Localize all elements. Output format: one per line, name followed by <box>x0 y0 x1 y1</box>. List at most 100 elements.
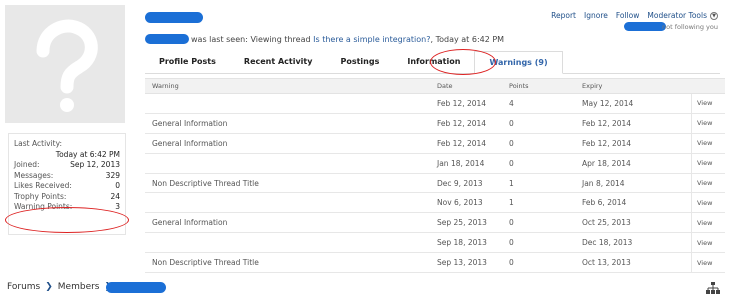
tab-profile-posts[interactable]: Profile Posts <box>145 51 230 73</box>
follow-link[interactable]: Follow <box>616 11 640 20</box>
view-link[interactable]: View <box>691 133 725 153</box>
table-row: Non Descriptive Thread Title Dec 9, 2013… <box>145 173 725 194</box>
follow-status: not following you <box>662 23 718 31</box>
cell-expiry: Feb 12, 2014 <box>582 118 632 128</box>
stat-messages-row: Messages: 329 <box>14 171 120 182</box>
stat-value: 3 <box>115 202 120 211</box>
cell-points: 0 <box>509 158 514 168</box>
last-seen-text: was last seen: <box>191 35 248 44</box>
thread-link[interactable]: Is there a simple integration? <box>313 35 430 44</box>
cell-date: Sep 25, 2013 <box>437 218 487 228</box>
cell-points: 0 <box>509 218 514 228</box>
viewing-label: Viewing thread <box>250 35 311 44</box>
redacted-follow-name <box>624 22 666 31</box>
table-row: Non Descriptive Thread Title Sep 13, 201… <box>145 253 725 274</box>
stat-label: Joined: <box>14 160 40 169</box>
header-points: Points <box>509 82 529 90</box>
stat-value: Sep 12, 2013 <box>70 160 120 169</box>
stat-value: 329 <box>105 170 120 180</box>
cell-points: 1 <box>509 178 514 188</box>
stat-label: Likes Received: <box>14 181 72 190</box>
chevron-right-icon: ❯ <box>45 282 53 292</box>
tab-postings[interactable]: Postings <box>326 51 393 73</box>
breadcrumb-forums[interactable]: Forums <box>7 282 40 292</box>
cell-warning: General Information <box>152 118 228 128</box>
warnings-table: Warning Date Points Expiry Feb 12, 2014 … <box>145 78 725 274</box>
stat-last-activity-row: Last Activity: <box>14 139 120 150</box>
moderator-tools-menu[interactable]: Moderator Tools ▼ <box>647 11 718 20</box>
view-link[interactable]: View <box>691 94 725 113</box>
avatar[interactable] <box>5 5 125 123</box>
question-mark-avatar-icon <box>36 19 98 112</box>
cell-date: Jan 18, 2014 <box>437 158 485 168</box>
tab-recent-activity[interactable]: Recent Activity <box>230 51 327 73</box>
cell-expiry: Apr 18, 2014 <box>582 158 631 168</box>
cell-date: Sep 13, 2013 <box>437 258 487 268</box>
cell-expiry: Jan 8, 2014 <box>582 178 625 188</box>
redacted-breadcrumb-user <box>106 282 166 293</box>
cell-warning: General Information <box>152 138 228 148</box>
cell-date: Dec 9, 2013 <box>437 178 483 188</box>
breadcrumb-members[interactable]: Members <box>58 282 100 292</box>
stat-trophy-row: Trophy Points: 24 <box>14 192 120 203</box>
cell-points: 0 <box>509 258 514 268</box>
table-row: General Information Feb 12, 2014 0 Feb 1… <box>145 133 725 154</box>
report-link[interactable]: Report <box>551 11 576 20</box>
table-row: General Information Sep 25, 2013 0 Oct 2… <box>145 213 725 234</box>
stat-value: Today at 6:42 PM <box>55 149 120 159</box>
stat-value: 24 <box>110 191 120 201</box>
cell-expiry: Oct 25, 2013 <box>582 218 631 228</box>
view-link[interactable]: View <box>691 213 725 233</box>
cell-date: Feb 12, 2014 <box>437 118 487 128</box>
cell-warning: General Information <box>152 218 228 228</box>
stat-label: Last Activity: <box>14 139 63 148</box>
cell-points: 1 <box>509 198 514 208</box>
view-link[interactable]: View <box>691 113 725 133</box>
table-row: Sep 18, 2013 0 Dec 18, 2013 View <box>145 233 725 254</box>
chevron-down-icon: ▼ <box>710 11 718 20</box>
view-link[interactable]: View <box>691 153 725 173</box>
cell-points: 0 <box>509 138 514 148</box>
header-warning: Warning <box>152 82 179 90</box>
stat-label: Trophy Points: <box>14 191 67 201</box>
view-link[interactable]: View <box>691 253 725 273</box>
breadcrumb: Forums ❯ Members ❯ <box>7 282 112 292</box>
stat-value: 0 <box>115 181 120 190</box>
cell-warning: Non Descriptive Thread Title <box>152 258 259 268</box>
stat-label: Messages: <box>14 170 54 180</box>
table-row: Jan 18, 2014 0 Apr 18, 2014 View <box>145 153 725 174</box>
cell-expiry: Oct 13, 2013 <box>582 258 631 268</box>
table-row: General Information Feb 12, 2014 0 Feb 1… <box>145 113 725 134</box>
header-expiry: Expiry <box>582 82 603 90</box>
table-row: Nov 6, 2013 1 Feb 6, 2014 View <box>145 193 725 214</box>
last-seen-time: , Today at 6:42 PM <box>430 35 505 44</box>
cell-points: 0 <box>509 238 514 248</box>
annotation-ring-tab <box>430 49 496 75</box>
cell-warning: Non Descriptive Thread Title <box>152 178 259 188</box>
moderator-tools-label: Moderator Tools <box>647 11 707 20</box>
view-link[interactable]: View <box>691 233 725 253</box>
cell-expiry: Feb 12, 2014 <box>582 138 632 148</box>
cell-date: Feb 12, 2014 <box>437 138 487 148</box>
cell-points: 4 <box>509 98 514 108</box>
table-row: Feb 12, 2014 4 May 12, 2014 View <box>145 94 725 114</box>
stat-last-activity-value-row: Today at 6:42 PM <box>14 150 120 161</box>
stat-likes-row: Likes Received: 0 <box>14 181 120 192</box>
profile-actions: Report Ignore Follow Moderator Tools ▼ <box>551 11 718 20</box>
view-link[interactable]: View <box>691 193 725 213</box>
cell-date: Sep 18, 2013 <box>437 238 487 248</box>
last-seen-line: was last seen: Viewing thread Is there a… <box>191 35 504 44</box>
annotation-ring-warning-points <box>5 207 129 233</box>
ignore-link[interactable]: Ignore <box>584 11 608 20</box>
cell-date: Feb 12, 2014 <box>437 98 487 108</box>
sitemap-icon[interactable] <box>706 282 720 294</box>
cell-expiry: May 12, 2014 <box>582 98 634 108</box>
table-header: Warning Date Points Expiry <box>145 78 725 94</box>
stat-joined-row: Joined: Sep 12, 2013 <box>14 160 120 171</box>
redacted-username <box>145 12 203 23</box>
cell-date: Nov 6, 2013 <box>437 198 483 208</box>
redacted-username-seen <box>145 34 189 44</box>
cell-points: 0 <box>509 118 514 128</box>
header-date: Date <box>437 82 453 90</box>
view-link[interactable]: View <box>691 173 725 193</box>
